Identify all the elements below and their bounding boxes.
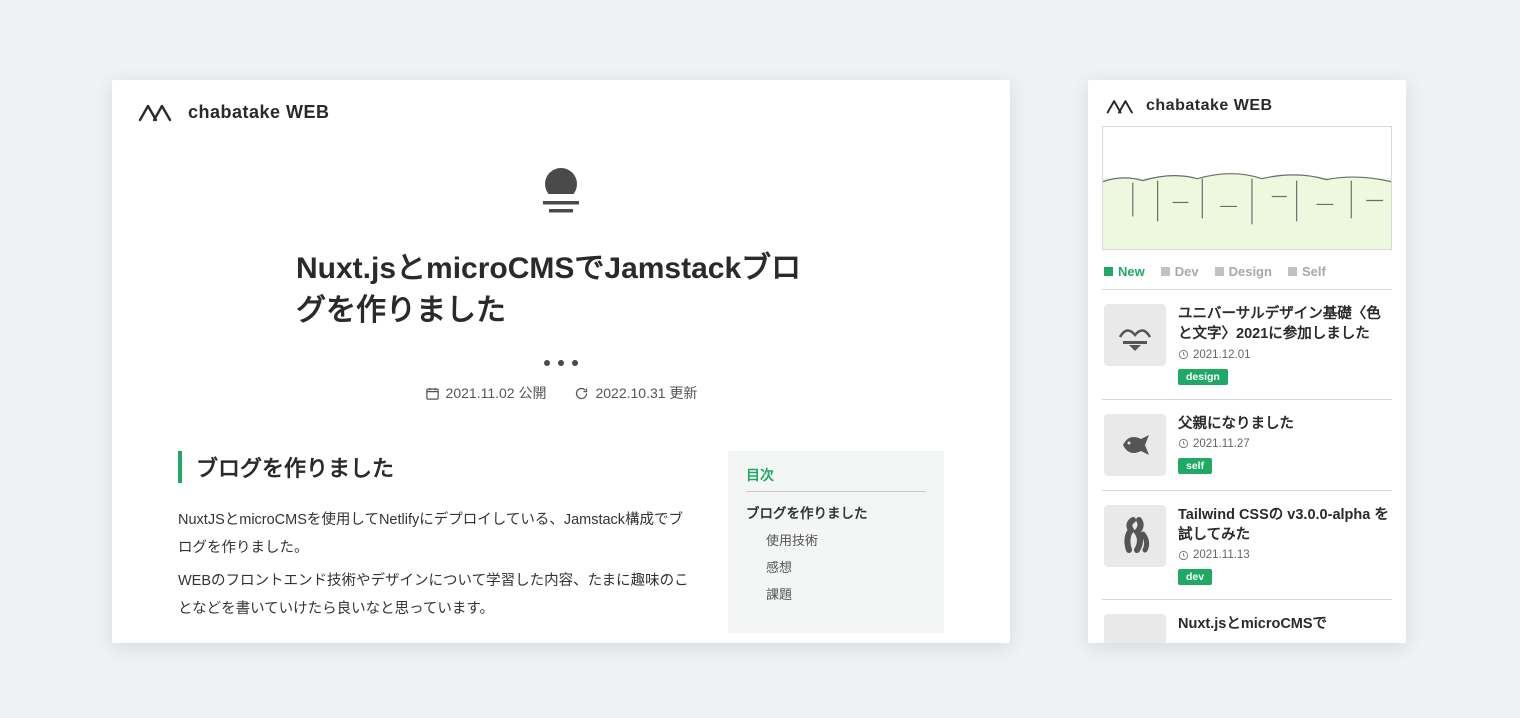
logo-text: chabatake WEB: [188, 102, 330, 123]
post-thumbnail: [1104, 505, 1166, 567]
toc-title: 目次: [746, 465, 926, 492]
article-header: Nuxt.jsとmicroCMSでJamstackブログを作りました 2021.…: [112, 132, 1010, 403]
clock-icon: [1178, 438, 1189, 449]
updated-date: 2022.10.31 更新: [574, 383, 697, 403]
filter-self[interactable]: Self: [1288, 264, 1326, 279]
published-date: 2021.11.02 公開: [425, 383, 547, 403]
toc-item[interactable]: 感想: [746, 557, 926, 576]
square-icon: [1161, 267, 1170, 276]
logo-mark-icon: [138, 100, 180, 124]
post-body: 父親になりました 2021.11.27 self: [1178, 414, 1390, 476]
logo-mark-icon: [1106, 96, 1140, 116]
post-date: 2021.11.27: [1178, 438, 1390, 450]
section-heading: ブログを作りました: [178, 451, 694, 483]
refresh-icon: [574, 386, 589, 401]
clock-icon: [1178, 550, 1189, 561]
filter-dev[interactable]: Dev: [1161, 264, 1199, 279]
post-thumbnail: [1104, 414, 1166, 476]
site-logo[interactable]: chabatake WEB: [112, 80, 1010, 132]
post-item[interactable]: Nuxt.jsとmicroCMSで: [1088, 600, 1406, 643]
seaweed-icon: [1115, 516, 1155, 556]
post-thumbnail: [1104, 304, 1166, 366]
post-body: ユニバーサルデザイン基礎〈色と文字〉2021に参加しました 2021.12.01…: [1178, 304, 1390, 385]
post-body: Tailwind CSSの v3.0.0-alpha を試してみた 2021.1…: [1178, 505, 1390, 586]
article-content: ブログを作りました NuxtJSとmicroCMSを使用してNetlifyにデプ…: [178, 451, 694, 633]
post-tag[interactable]: design: [1178, 369, 1228, 385]
post-title: ユニバーサルデザイン基礎〈色と文字〉2021に参加しました: [1178, 304, 1390, 345]
paragraph: WEBのフロントエンド技術やデザインについて学習した内容、たまに趣味のことなどを…: [178, 568, 694, 623]
toc-item[interactable]: 課題: [746, 584, 926, 603]
post-title: 父親になりました: [1178, 414, 1390, 434]
post-date: 2021.12.01: [1178, 349, 1390, 361]
site-logo[interactable]: chabatake WEB: [1088, 80, 1406, 124]
article-meta: 2021.11.02 公開 2022.10.31 更新: [172, 383, 950, 403]
post-thumbnail: [1104, 614, 1166, 643]
tea-field-illustration-icon: [1103, 127, 1391, 250]
sunset-icon: [529, 162, 593, 226]
table-of-contents: 目次 ブログを作りました 使用技術 感想 課題: [728, 451, 944, 633]
post-item[interactable]: 父親になりました 2021.11.27 self: [1088, 400, 1406, 490]
filter-new[interactable]: New: [1104, 264, 1145, 279]
calendar-icon: [425, 386, 440, 401]
category-filter: New Dev Design Self: [1088, 264, 1406, 289]
hero-image: [1102, 126, 1392, 250]
logo-text: chabatake WEB: [1146, 97, 1273, 115]
desktop-view: chabatake WEB Nuxt.jsとmicroCMSでJamstackブ…: [112, 80, 1010, 643]
post-tag[interactable]: self: [1178, 458, 1212, 474]
post-item[interactable]: ユニバーサルデザイン基礎〈色と文字〉2021に参加しました 2021.12.01…: [1088, 290, 1406, 399]
square-icon: [1215, 267, 1224, 276]
clock-icon: [1178, 349, 1189, 360]
divider-dots-icon: [172, 358, 950, 369]
post-title: Tailwind CSSの v3.0.0-alpha を試してみた: [1178, 505, 1390, 546]
post-date: 2021.11.13: [1178, 549, 1390, 561]
post-item[interactable]: Tailwind CSSの v3.0.0-alpha を試してみた 2021.1…: [1088, 491, 1406, 600]
toc-item[interactable]: ブログを作りました: [746, 502, 926, 522]
paragraph: NuxtJSとmicroCMSを使用してNetlifyにデプロイしている、Jam…: [178, 507, 694, 562]
post-title: Nuxt.jsとmicroCMSで: [1178, 614, 1390, 634]
post-body: Nuxt.jsとmicroCMSで: [1178, 614, 1390, 643]
toc-item[interactable]: 使用技術: [746, 530, 926, 549]
mobile-view: chabatake WEB New Dev Design Self: [1088, 80, 1406, 643]
post-tag[interactable]: dev: [1178, 569, 1212, 585]
article-title: Nuxt.jsとmicroCMSでJamstackブログを作りました: [296, 248, 826, 332]
filter-design[interactable]: Design: [1215, 264, 1272, 279]
article-body: ブログを作りました NuxtJSとmicroCMSを使用してNetlifyにデプ…: [112, 403, 1010, 633]
mountain-icon: [1115, 315, 1155, 355]
fish-icon: [1115, 425, 1155, 465]
square-icon: [1104, 267, 1113, 276]
square-icon: [1288, 267, 1297, 276]
